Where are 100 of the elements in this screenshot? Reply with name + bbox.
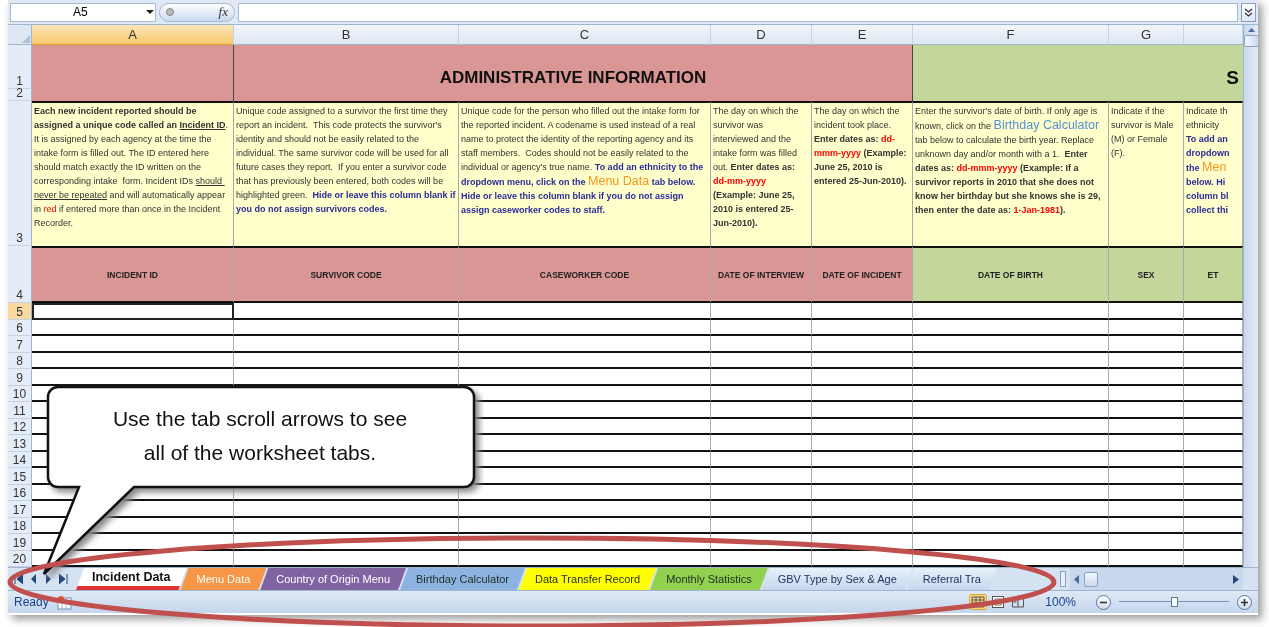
empty-cell[interactable]: [812, 402, 913, 419]
row-header[interactable]: 7: [8, 336, 32, 353]
empty-cell[interactable]: [234, 303, 459, 320]
column-header[interactable]: G: [1109, 25, 1184, 45]
empty-cell[interactable]: [913, 451, 1109, 468]
empty-cell[interactable]: [234, 517, 459, 534]
empty-cell[interactable]: [459, 319, 711, 336]
empty-cell[interactable]: [812, 319, 913, 336]
empty-cell[interactable]: [1109, 484, 1184, 501]
empty-cell[interactable]: [234, 336, 459, 353]
empty-cell[interactable]: [812, 501, 913, 518]
empty-cell[interactable]: [913, 352, 1109, 369]
row-header[interactable]: 4: [8, 246, 32, 303]
empty-cell[interactable]: [1109, 402, 1184, 419]
empty-cell[interactable]: [1109, 369, 1184, 386]
empty-cell[interactable]: [459, 369, 711, 386]
empty-cell[interactable]: [1109, 336, 1184, 353]
empty-cell[interactable]: [913, 435, 1109, 452]
sheet-tab[interactable]: GBV Type by Sex & Age: [761, 568, 913, 590]
empty-cell[interactable]: [711, 369, 812, 386]
column-header[interactable]: C: [459, 25, 711, 45]
scroll-thumb[interactable]: [1244, 35, 1258, 47]
vertical-scrollbar[interactable]: [1243, 25, 1258, 567]
horizontal-scrollbar[interactable]: [1070, 568, 1243, 590]
split-handle[interactable]: [1060, 571, 1066, 587]
sheet-tab[interactable]: Country of Origin Menu: [260, 568, 407, 590]
sheet-tab[interactable]: Data Transfer Record: [518, 568, 657, 590]
empty-cell[interactable]: [711, 435, 812, 452]
sheet-tab[interactable]: Birthday Calculator: [400, 568, 525, 590]
dropdown-icon[interactable]: [145, 9, 155, 15]
empty-cell[interactable]: [1109, 534, 1184, 551]
empty-cell[interactable]: [913, 336, 1109, 353]
row-header[interactable]: 11: [8, 402, 32, 419]
row-header[interactable]: 9: [8, 369, 32, 386]
empty-cell[interactable]: [711, 336, 812, 353]
row-header[interactable]: 5: [8, 303, 32, 320]
empty-cell[interactable]: [459, 534, 711, 551]
empty-cell[interactable]: [1109, 451, 1184, 468]
empty-cell[interactable]: [913, 468, 1109, 485]
empty-cell[interactable]: [1109, 418, 1184, 435]
empty-cell[interactable]: [711, 484, 812, 501]
row-header[interactable]: 2: [8, 89, 32, 101]
empty-cell[interactable]: [812, 468, 913, 485]
empty-cell[interactable]: [711, 418, 812, 435]
empty-cell[interactable]: [812, 484, 913, 501]
selected-cell[interactable]: [32, 303, 234, 320]
row-header[interactable]: 3: [8, 101, 32, 246]
empty-cell[interactable]: [234, 501, 459, 518]
empty-cell[interactable]: [1109, 435, 1184, 452]
row-header[interactable]: 15: [8, 468, 32, 485]
empty-cell[interactable]: [711, 402, 812, 419]
previous-tab-button[interactable]: [29, 573, 38, 585]
column-header[interactable]: D: [711, 25, 812, 45]
empty-cell[interactable]: [913, 385, 1109, 402]
column-header[interactable]: E: [812, 25, 913, 45]
empty-cell[interactable]: [913, 319, 1109, 336]
empty-cell[interactable]: [913, 303, 1109, 320]
empty-cell[interactable]: [812, 385, 913, 402]
insert-function-button[interactable]: fx: [218, 4, 228, 20]
empty-cell[interactable]: [711, 451, 812, 468]
empty-cell[interactable]: [711, 303, 812, 320]
empty-cell[interactable]: [812, 303, 913, 320]
column-header[interactable]: A: [32, 25, 234, 45]
column-header[interactable]: F: [913, 25, 1109, 45]
empty-cell[interactable]: [234, 352, 459, 369]
empty-cell[interactable]: [711, 534, 812, 551]
empty-cell[interactable]: [812, 517, 913, 534]
expand-button[interactable]: [1241, 2, 1256, 22]
first-tab-button[interactable]: [14, 573, 23, 585]
empty-cell[interactable]: [1109, 352, 1184, 369]
empty-cell[interactable]: [234, 534, 459, 551]
name-box[interactable]: A5: [10, 2, 156, 22]
empty-cell[interactable]: [711, 517, 812, 534]
scroll-thumb[interactable]: [1084, 571, 1098, 587]
empty-cell[interactable]: [913, 418, 1109, 435]
empty-cell[interactable]: [913, 484, 1109, 501]
row-header[interactable]: 19: [8, 534, 32, 551]
empty-cell[interactable]: [913, 517, 1109, 534]
formula-field[interactable]: [238, 2, 1238, 22]
empty-cell[interactable]: [1109, 517, 1184, 534]
scroll-right-icon[interactable]: [1233, 574, 1239, 584]
empty-cell[interactable]: [913, 402, 1109, 419]
empty-cell[interactable]: [711, 468, 812, 485]
empty-cell[interactable]: [711, 319, 812, 336]
empty-cell[interactable]: [812, 534, 913, 551]
empty-cell[interactable]: [1109, 303, 1184, 320]
empty-cell[interactable]: [459, 352, 711, 369]
sheet-tab[interactable]: Incident Data: [76, 568, 187, 590]
empty-cell[interactable]: [1109, 501, 1184, 518]
empty-cell[interactable]: [913, 534, 1109, 551]
empty-cell[interactable]: [1109, 468, 1184, 485]
empty-cell[interactable]: [711, 352, 812, 369]
row-header[interactable]: 1: [8, 45, 32, 89]
empty-cell[interactable]: [459, 303, 711, 320]
column-header[interactable]: B: [234, 25, 459, 45]
empty-cell[interactable]: [711, 501, 812, 518]
empty-cell[interactable]: [234, 319, 459, 336]
slider-thumb[interactable]: [1171, 597, 1178, 607]
row-header[interactable]: 17: [8, 501, 32, 518]
empty-cell[interactable]: [812, 418, 913, 435]
